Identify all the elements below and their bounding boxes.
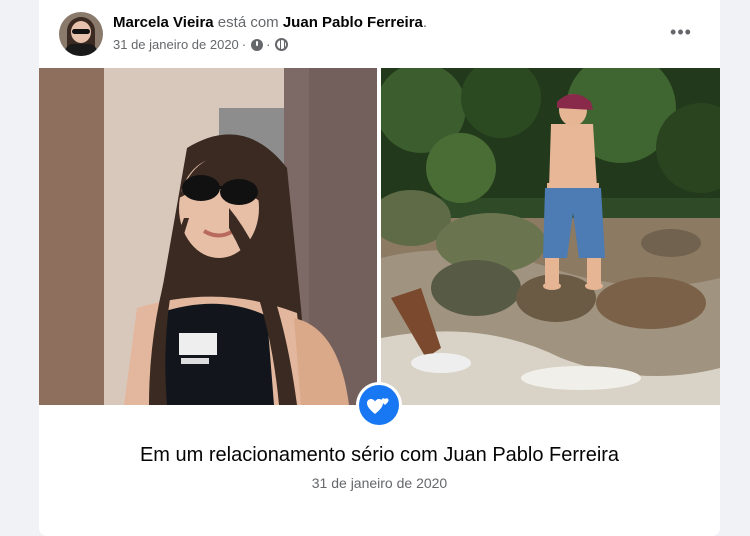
- post-header: Marcela Vieira está com Juan Pablo Ferre…: [39, 0, 720, 68]
- tagged-user-link[interactable]: Juan Pablo Ferreira: [283, 14, 423, 31]
- more-options-button[interactable]: •••: [663, 18, 699, 46]
- author-name-link[interactable]: Marcela Vieira: [113, 14, 214, 31]
- tagged-suffix: .: [422, 14, 428, 31]
- photo-right-river[interactable]: [381, 68, 720, 405]
- hearts-icon: [367, 398, 389, 414]
- post-meta: 31 de janeiro de 2020 · ·: [113, 37, 289, 52]
- post-card: Marcela Vieira está com Juan Pablo Ferre…: [39, 0, 720, 536]
- photo-grid: [39, 68, 720, 405]
- relationship-badge: [356, 382, 402, 428]
- post-author-line: Marcela Vieira está com Juan Pablo Ferre…: [113, 14, 427, 31]
- photo-left-selfie[interactable]: [39, 68, 377, 405]
- globe-icon[interactable]: [275, 38, 289, 51]
- meta-separator-2: ·: [266, 37, 271, 52]
- river-illustration: [381, 68, 720, 405]
- author-avatar[interactable]: [59, 12, 103, 56]
- with-connector: está com: [213, 14, 283, 31]
- life-event-date: 31 de janeiro de 2020: [311, 475, 448, 491]
- clock-icon: [251, 38, 264, 51]
- post-timestamp-link[interactable]: 31 de janeiro de 2020: [113, 37, 239, 52]
- meta-separator: ·: [241, 37, 247, 52]
- selfie-illustration: [39, 68, 377, 405]
- life-event-title: Em um relacionamento sério com Juan Pabl…: [139, 444, 620, 466]
